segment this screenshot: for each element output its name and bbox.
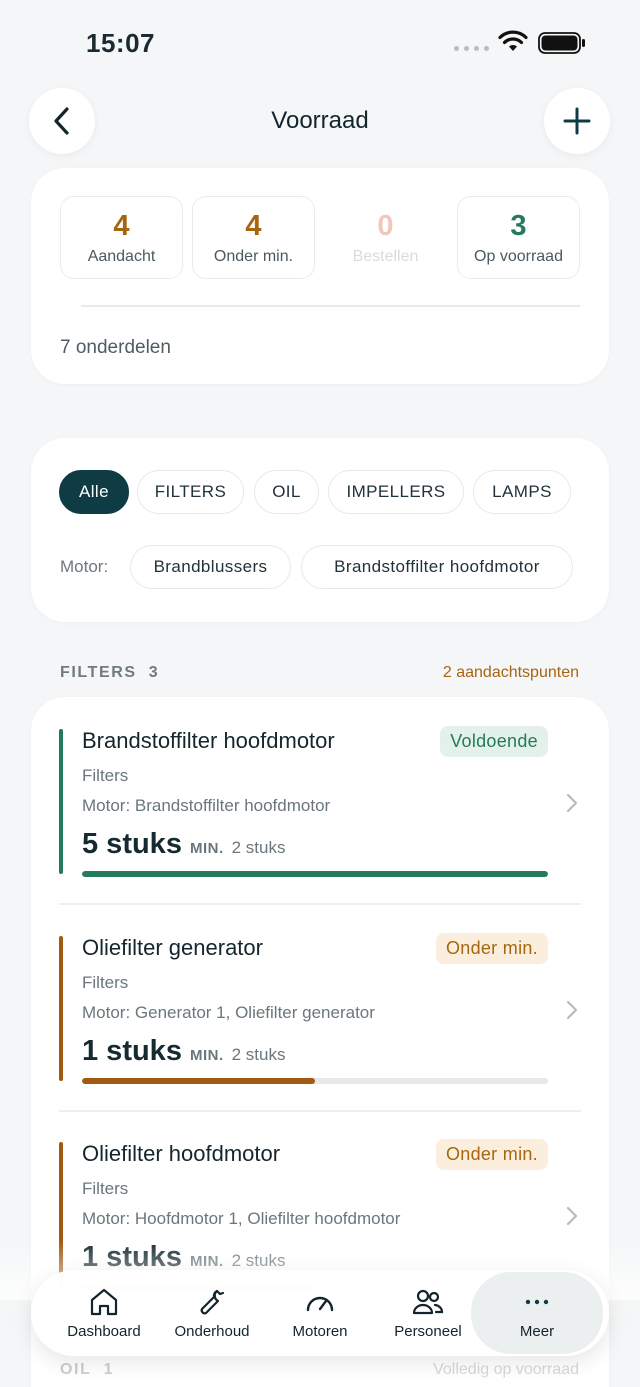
status-time: 15:07 [86, 28, 155, 58]
signal-icon [454, 46, 489, 51]
tab-bar: Dashboard Onderhoud Motoren Personeel Me… [31, 1270, 609, 1356]
item-motor: Motor: Generator 1, Oliefilter generator [82, 1003, 375, 1022]
wrench-icon [200, 1289, 225, 1314]
status-bar-indicator [59, 729, 63, 874]
motor-filter-label: Motor: [60, 557, 109, 576]
min-value: 2 stuks [231, 838, 286, 857]
section-count: 3 [148, 664, 160, 681]
min-label: MIN. [189, 840, 224, 857]
more-icon [525, 1299, 549, 1304]
wifi-icon [498, 30, 528, 51]
stat-label: Op voorraad [474, 248, 563, 265]
next-section-title: OIL 1 [60, 1361, 114, 1379]
status-bar-indicator [59, 1142, 63, 1287]
stat-label: Aandacht [87, 248, 156, 265]
tab-label: Dashboard [67, 1322, 141, 1340]
status-badge: Voldoende [440, 726, 548, 757]
chip-lamps[interactable]: LAMPS [473, 470, 571, 514]
home-icon [90, 1288, 118, 1315]
filter-card: Alle FILTERS OIL IMPELLERS LAMPS Motor: … [31, 438, 609, 622]
plus-icon [563, 107, 591, 135]
next-section-alert: Volledig op voorraad [433, 1361, 579, 1378]
section-name: OIL [60, 1361, 92, 1378]
list-item[interactable]: Brandstoffilter hoofdmotor Voldoende Fil… [31, 697, 609, 903]
stat-value: 3 [510, 210, 527, 242]
gauge-icon [306, 1296, 334, 1311]
stock-progress [82, 871, 548, 877]
stat-value: 4 [113, 210, 130, 242]
chip-oil[interactable]: OIL [254, 470, 319, 514]
chip-impellers[interactable]: IMPELLERS [328, 470, 464, 514]
battery-icon [538, 32, 585, 54]
status-bar-indicator [59, 936, 63, 1081]
item-quantity: 5 stuks MIN. 2 stuks [82, 828, 285, 861]
item-motor: Motor: Brandstoffilter hoofdmotor [82, 796, 331, 815]
quantity-value: 5 stuks [82, 828, 182, 860]
item-category: Filters [82, 1179, 129, 1198]
item-category: Filters [82, 973, 129, 992]
tab-meer[interactable]: Meer [471, 1272, 603, 1354]
stock-progress-fill [82, 1078, 315, 1084]
quantity-value: 1 stuks [82, 1035, 182, 1067]
min-label: MIN. [189, 1253, 224, 1270]
min-value: 2 stuks [231, 1251, 286, 1270]
divider [81, 305, 580, 307]
stat-below-min[interactable]: 4 Onder min. [192, 196, 315, 279]
stat-value: 0 [377, 210, 394, 242]
status-bar: 15:07 [0, 0, 640, 86]
section-name: FILTERS [60, 664, 137, 681]
section-alert: 2 aandachtspunten [442, 664, 579, 681]
stat-label: Onder min. [213, 248, 294, 265]
status-badge: Onder min. [435, 933, 548, 964]
item-name: Brandstoffilter hoofdmotor [82, 728, 335, 753]
item-quantity: 1 stuks MIN. 2 stuks [82, 1035, 285, 1068]
stock-progress [82, 1078, 548, 1084]
item-motor: Motor: Hoofdmotor 1, Oliefilter hoofdmot… [82, 1209, 401, 1228]
item-name: Oliefilter hoofdmotor [82, 1141, 281, 1166]
tab-label: Onderhoud [174, 1322, 250, 1340]
min-label: MIN. [189, 1047, 224, 1064]
section-count: 1 [103, 1361, 115, 1378]
stock-progress-fill [82, 871, 548, 877]
stat-value: 4 [245, 210, 262, 242]
chip-motor-brandstoffilter[interactable]: Brandstoffilter hoofdmotor [301, 545, 573, 589]
chevron-right-icon [566, 793, 578, 813]
stat-order[interactable]: 0 Bestellen [324, 196, 447, 279]
chip-all[interactable]: Alle [59, 470, 129, 514]
chevron-right-icon [566, 1000, 578, 1020]
summary-card: 4 Aandacht 4 Onder min. 0 Bestellen 3 Op… [31, 168, 609, 384]
min-value: 2 stuks [231, 1045, 286, 1064]
stat-label: Bestellen [352, 248, 419, 265]
section-title: FILTERS 3 [60, 664, 159, 682]
chip-filters[interactable]: FILTERS [137, 470, 244, 514]
tab-label: Personeel [394, 1322, 462, 1340]
stat-attention[interactable]: 4 Aandacht [60, 196, 183, 279]
people-icon [412, 1289, 444, 1314]
chip-motor-brandblussers[interactable]: Brandblussers [130, 545, 291, 589]
tab-motoren[interactable]: Motoren [259, 1270, 381, 1356]
parts-count: 7 onderdelen [60, 337, 171, 358]
tab-label: Motoren [292, 1322, 348, 1340]
item-name: Oliefilter generator [82, 935, 263, 960]
add-button[interactable] [544, 88, 610, 154]
item-category: Filters [82, 766, 129, 785]
chevron-right-icon [566, 1206, 578, 1226]
tab-onderhoud[interactable]: Onderhoud [147, 1270, 277, 1356]
status-badge: Onder min. [435, 1139, 548, 1170]
list-item[interactable]: Oliefilter generator Onder min. Filters … [31, 904, 609, 1110]
stat-in-stock[interactable]: 3 Op voorraad [457, 196, 580, 279]
tab-label: Meer [519, 1322, 555, 1340]
